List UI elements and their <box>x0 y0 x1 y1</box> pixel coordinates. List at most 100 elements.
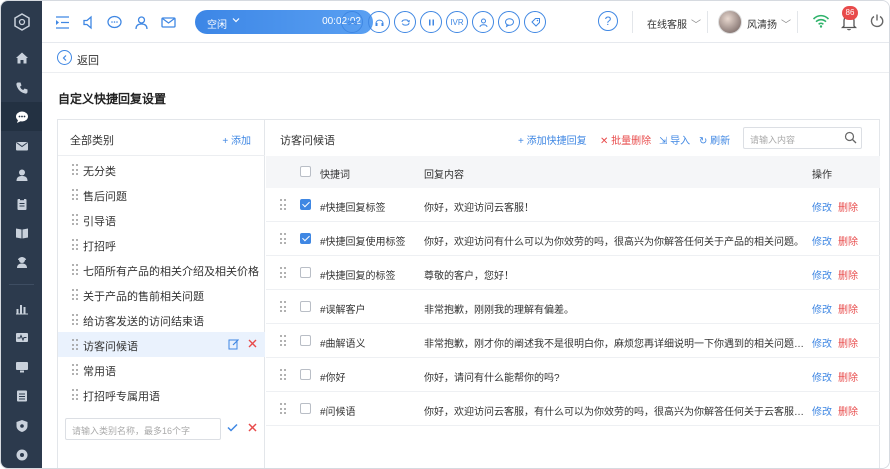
contacts-icon[interactable] <box>131 12 151 32</box>
category-item[interactable]: 七陌所有产品的相关介绍及相关价格 <box>58 257 265 282</box>
edit-button[interactable]: 修改 <box>812 335 832 350</box>
row-checkbox[interactable] <box>300 369 311 380</box>
ivr-button[interactable]: IVR <box>446 11 468 33</box>
drag-handle-icon[interactable] <box>280 369 286 380</box>
pause-icon[interactable] <box>420 11 442 33</box>
delete-button[interactable]: 删除 <box>838 369 858 384</box>
nav-home-icon[interactable] <box>1 43 42 72</box>
add-category-button[interactable]: + 添加 <box>222 132 251 147</box>
drag-handle-icon[interactable] <box>280 199 286 210</box>
nav-agent-icon[interactable] <box>1 247 42 276</box>
nav-list-icon[interactable] <box>1 381 42 410</box>
nav-monitor-icon[interactable] <box>1 323 42 352</box>
edit-button[interactable]: 修改 <box>812 403 832 418</box>
drag-handle-icon[interactable] <box>72 189 78 200</box>
drag-handle-icon[interactable] <box>280 233 286 244</box>
nav-phone-icon[interactable] <box>1 73 42 102</box>
help-icon[interactable]: ? <box>598 11 618 31</box>
drag-handle-icon[interactable] <box>72 314 78 325</box>
drag-handle-icon[interactable] <box>72 214 78 225</box>
edit-button[interactable]: 修改 <box>812 301 832 316</box>
row-checkbox[interactable] <box>300 403 311 414</box>
category-item[interactable]: 访客问候语 <box>58 332 265 357</box>
nav-screen-icon[interactable] <box>1 352 42 381</box>
consult-icon[interactable] <box>498 11 520 33</box>
category-item[interactable]: 常用语 <box>58 357 265 382</box>
online-status-select[interactable]: 在线客服 ﹀ <box>647 16 701 31</box>
email-icon[interactable] <box>158 12 178 32</box>
drag-handle-icon[interactable] <box>72 264 78 275</box>
tag-icon[interactable] <box>524 11 546 33</box>
back-link[interactable]: 返回 <box>77 52 99 68</box>
drag-handle-icon[interactable] <box>280 403 286 414</box>
speaker-icon[interactable] <box>79 12 99 32</box>
nav-book-icon[interactable] <box>1 218 42 247</box>
category-item[interactable]: 引导语 <box>58 207 265 232</box>
drag-handle-icon[interactable] <box>72 289 78 300</box>
category-item[interactable]: 关于产品的售前相关问题 <box>58 282 265 307</box>
delete-button[interactable]: 删除 <box>838 199 858 214</box>
nav-stats-icon[interactable] <box>1 293 42 322</box>
edit-button[interactable]: 修改 <box>812 267 832 282</box>
select-all-checkbox[interactable] <box>300 166 311 177</box>
import-button[interactable]: ⇲ 导入 <box>659 132 690 147</box>
row-checkbox[interactable] <box>300 335 311 346</box>
drag-handle-icon[interactable] <box>72 164 78 175</box>
edit-button[interactable]: 修改 <box>812 233 832 248</box>
chevron-down-icon[interactable] <box>231 15 241 28</box>
conference-icon[interactable] <box>472 11 494 33</box>
category-item[interactable]: 无分类 <box>58 157 265 182</box>
nav-shield-icon[interactable] <box>1 411 42 440</box>
batch-delete-button[interactable]: ✕ 批量删除 <box>600 132 651 147</box>
edit-button[interactable]: 修改 <box>812 199 832 214</box>
drag-handle-icon[interactable] <box>280 301 286 312</box>
drag-handle-icon[interactable] <box>72 364 78 375</box>
headset-icon[interactable] <box>368 11 390 33</box>
confirm-icon[interactable] <box>226 421 239 437</box>
nav-chat-icon[interactable] <box>1 102 42 131</box>
drag-handle-icon[interactable] <box>72 389 78 400</box>
nav-user-icon[interactable] <box>1 160 42 189</box>
column-keyword: 快捷词 <box>320 170 350 181</box>
edit-icon[interactable] <box>228 338 240 353</box>
drag-handle-icon[interactable] <box>280 335 286 346</box>
drag-handle-icon[interactable] <box>72 239 78 250</box>
drag-handle-icon[interactable] <box>72 339 78 350</box>
delete-button[interactable]: 删除 <box>838 233 858 248</box>
search-icon[interactable] <box>844 131 857 147</box>
category-item[interactable]: 打招呼 <box>58 232 265 257</box>
delete-button[interactable]: 删除 <box>838 267 858 282</box>
message-icon[interactable] <box>104 12 124 32</box>
row-checkbox[interactable] <box>300 199 311 210</box>
row-checkbox[interactable] <box>300 233 311 244</box>
category-item[interactable]: 售后问题 <box>58 182 265 207</box>
power-icon[interactable] <box>869 13 885 32</box>
nav-settings-icon[interactable] <box>1 440 42 468</box>
category-item[interactable]: 给访客发送的访问结束语 <box>58 307 265 332</box>
category-label: 常用语 <box>83 366 116 378</box>
edit-button[interactable]: 修改 <box>812 369 832 384</box>
add-reply-button[interactable]: + 添加快捷回复 <box>518 132 587 147</box>
row-checkbox[interactable] <box>300 301 311 312</box>
hangup-icon[interactable] <box>341 11 363 33</box>
back-arrow-icon[interactable] <box>57 50 72 65</box>
delete-button[interactable]: 删除 <box>838 301 858 316</box>
menu-collapse-icon[interactable] <box>52 12 72 32</box>
category-item[interactable]: 打招呼专属用语 <box>58 382 265 407</box>
row-checkbox[interactable] <box>300 267 311 278</box>
delete-button[interactable]: 删除 <box>838 403 858 418</box>
search-input[interactable]: 请输入内容 <box>743 127 862 149</box>
cancel-icon[interactable] <box>246 421 259 437</box>
user-menu[interactable]: 风清扬 ﹀ <box>747 16 791 31</box>
refresh-button[interactable]: ↻ 刷新 <box>699 132 730 147</box>
category-name-input[interactable]: 请输入类别名称，最多16个字 <box>65 418 221 440</box>
delete-icon[interactable] <box>247 338 258 352</box>
transfer-icon[interactable] <box>394 11 416 33</box>
agent-status[interactable]: 空闲 <box>207 16 227 31</box>
nav-mail-icon[interactable] <box>1 131 42 160</box>
delete-button[interactable]: 删除 <box>838 335 858 350</box>
search-placeholder: 请输入内容 <box>750 135 796 145</box>
drag-handle-icon[interactable] <box>280 267 286 278</box>
avatar[interactable] <box>718 10 742 34</box>
nav-clipboard-icon[interactable] <box>1 189 42 218</box>
